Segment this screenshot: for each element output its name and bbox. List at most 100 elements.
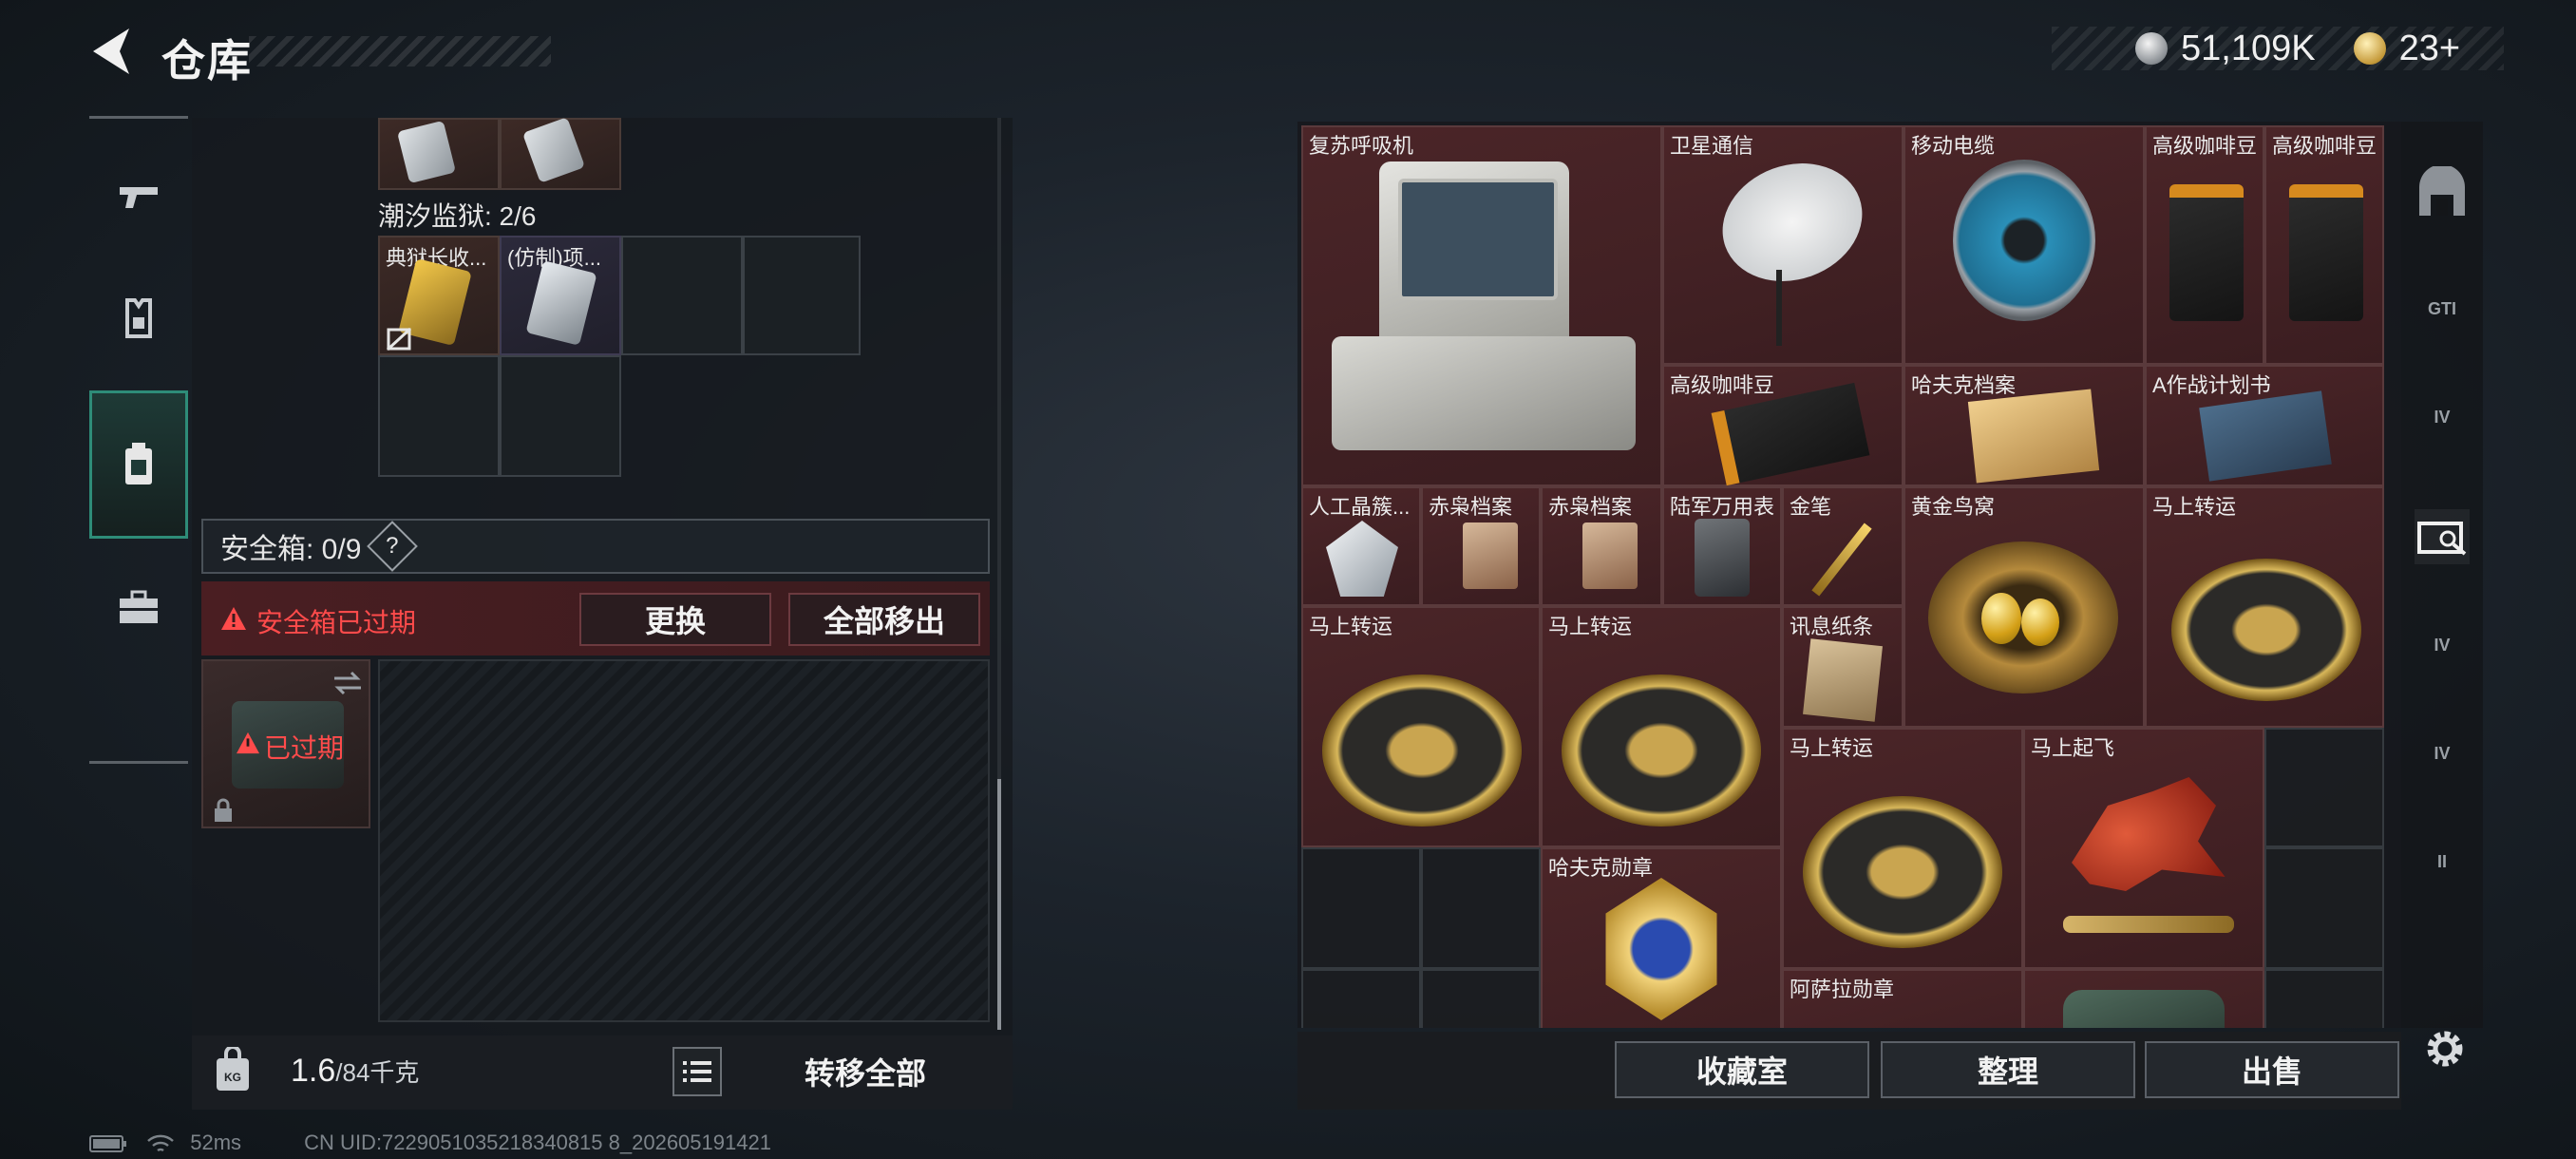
armor-icon xyxy=(125,298,152,338)
stash-item-coffee[interactable]: 高级咖啡豆 xyxy=(2264,125,2384,365)
stash-item-archive[interactable]: 哈夫克档案 xyxy=(1904,365,2145,486)
item-name: 哈夫克档案 xyxy=(1911,373,2017,397)
back-arrow-icon[interactable] xyxy=(87,23,135,80)
sell-button[interactable]: 出售 xyxy=(2145,1041,2399,1098)
item-name: 卫星通信 xyxy=(1670,134,1754,158)
tab-case-iv-b[interactable]: IV xyxy=(2415,618,2470,673)
empty-slot[interactable] xyxy=(378,355,500,477)
move-all-out-button[interactable]: 全部移出 xyxy=(788,593,980,646)
tab-tier-label: IV xyxy=(2434,407,2451,427)
item-slot[interactable] xyxy=(378,118,500,190)
item-icon xyxy=(2063,990,2225,1028)
stash-item-golden-nest[interactable]: 黄金鸟窝 xyxy=(1904,486,2145,728)
case-icon xyxy=(2417,522,2467,556)
empty-slot[interactable] xyxy=(621,236,743,355)
empty-slot[interactable] xyxy=(500,355,621,477)
stash-item-plan[interactable]: A作战计划书 xyxy=(2145,365,2384,486)
tab-storage[interactable] xyxy=(2415,165,2470,220)
settings-gear-icon[interactable] xyxy=(2420,1024,2470,1074)
empty-slot[interactable] xyxy=(743,236,861,355)
list-view-button[interactable] xyxy=(672,1047,722,1096)
transfer-all-button[interactable]: 转移全部 xyxy=(731,1045,999,1098)
coffee-bag-icon xyxy=(2169,184,2244,321)
left-nav xyxy=(89,116,188,764)
stash-item-cable[interactable]: 移动电缆 xyxy=(1904,125,2145,365)
help-icon[interactable]: ? xyxy=(367,521,419,572)
crystal-icon xyxy=(1326,521,1398,597)
item-name: 陆军万用表 xyxy=(1670,495,1775,519)
safe-box-label: 安全箱: 0/9 xyxy=(220,534,362,565)
stash-item-partial[interactable] xyxy=(2023,969,2264,1028)
item-slot[interactable]: (仿制)项... xyxy=(500,236,621,355)
collection-room-button[interactable]: 收藏室 xyxy=(1615,1041,1869,1098)
list-icon xyxy=(683,1061,711,1082)
svg-text:KG: KG xyxy=(224,1071,241,1084)
item-name: 马上转运 xyxy=(1309,615,1393,638)
nav-toolbox[interactable] xyxy=(89,558,188,656)
stash-item-multimeter[interactable]: 陆军万用表 xyxy=(1662,486,1782,606)
empty-slot[interactable] xyxy=(2264,969,2384,1028)
nav-weapons[interactable] xyxy=(89,147,188,246)
empty-slot[interactable] xyxy=(1421,847,1541,969)
stash-item-coffee[interactable]: 高级咖啡豆 xyxy=(2145,125,2264,365)
stash-item-satellite[interactable]: 卫星通信 xyxy=(1662,125,1904,365)
stash-item-horse-disc[interactable]: 马上转运 xyxy=(1301,606,1541,847)
item-name: 马上转运 xyxy=(2152,495,2237,519)
tab-case-ii[interactable]: II xyxy=(2415,834,2470,889)
stash-item-horse-disc[interactable]: 马上转运 xyxy=(2145,486,2384,728)
stash-item-owl-file[interactable]: 赤枭档案 xyxy=(1421,486,1541,606)
empty-slot[interactable] xyxy=(1301,969,1421,1028)
coffee-bag-icon xyxy=(2289,184,2363,321)
horse-disc-icon xyxy=(1562,674,1761,826)
stash-item-owl-file[interactable]: 赤枭档案 xyxy=(1541,486,1662,606)
tab-case-iv-c[interactable]: IV xyxy=(2415,726,2470,781)
silver-coin-icon xyxy=(2135,32,2168,65)
stash-item-horse-disc[interactable]: 马上转运 xyxy=(1541,606,1782,847)
item-slot[interactable]: 典狱长收... xyxy=(378,236,500,355)
empty-slot[interactable] xyxy=(1301,847,1421,969)
sort-button[interactable]: 整理 xyxy=(1881,1041,2135,1098)
paper-note-icon xyxy=(1803,638,1883,722)
wifi-icon xyxy=(147,1134,174,1152)
empty-slot[interactable] xyxy=(1421,969,1541,1028)
stash-item-respirator[interactable]: 复苏呼吸机 xyxy=(1301,125,1662,486)
page-title: 仓库 xyxy=(161,36,253,86)
stash-item-coffee[interactable]: 高级咖啡豆 xyxy=(1662,365,1904,486)
stash-item-horse-disc[interactable]: 马上转运 xyxy=(1782,728,2023,969)
item-name: 金笔 xyxy=(1790,495,1832,519)
golden-egg-icon xyxy=(1981,593,2021,644)
empty-slot[interactable] xyxy=(2264,728,2384,847)
safe-box-header: 安全箱: 0/9 ? xyxy=(201,519,990,574)
safe-box-item[interactable]: 已过期 xyxy=(201,659,370,828)
item-name: 马上转运 xyxy=(1790,736,1874,760)
red-horse-icon xyxy=(2072,777,2226,891)
tab-case-iv-a[interactable]: IV xyxy=(2415,390,2470,445)
stash-item-haavk-medal[interactable]: 哈夫克勋章 xyxy=(1541,847,1782,1028)
empty-slot[interactable] xyxy=(2264,847,2384,969)
status-line: 52ms CN UID:7229051035218340815 8_202605… xyxy=(89,1130,771,1155)
tripod-icon xyxy=(1776,270,1782,346)
safe-box-grid[interactable] xyxy=(378,659,990,1022)
item-slot[interactable] xyxy=(500,117,621,190)
stash-item-note[interactable]: 讯息纸条 xyxy=(1782,606,1904,728)
tab-case-active[interactable] xyxy=(2415,509,2470,564)
stash-item-horse-statue[interactable]: 马上起飞 xyxy=(2023,728,2264,969)
multimeter-icon xyxy=(1695,519,1750,597)
tab-tier-label: IV xyxy=(2434,635,2451,655)
item-name: 高级咖啡豆 xyxy=(2272,134,2377,158)
cable-reel-icon xyxy=(1953,160,2095,321)
file-icon xyxy=(1463,522,1518,589)
warehouse-icon xyxy=(2419,166,2465,216)
stash-item-asala-medal[interactable]: 阿萨拉勋章 xyxy=(1782,969,2023,1028)
swap-icon[interactable] xyxy=(332,671,363,695)
tab-tier-label: II xyxy=(2436,851,2447,871)
nav-backpack[interactable] xyxy=(89,390,188,539)
stash-item-gold-pen[interactable]: 金笔 xyxy=(1782,486,1904,606)
satellite-dish-icon xyxy=(1706,143,1879,301)
tab-case-gti[interactable]: GTI xyxy=(2415,281,2470,336)
item-name: 讯息纸条 xyxy=(1790,615,1874,638)
scrollbar-thumb[interactable] xyxy=(997,779,1001,1030)
replace-button[interactable]: 更换 xyxy=(579,593,771,646)
nav-armor[interactable] xyxy=(89,269,188,368)
stash-item-crystal[interactable]: 人工晶簇... xyxy=(1301,486,1421,606)
